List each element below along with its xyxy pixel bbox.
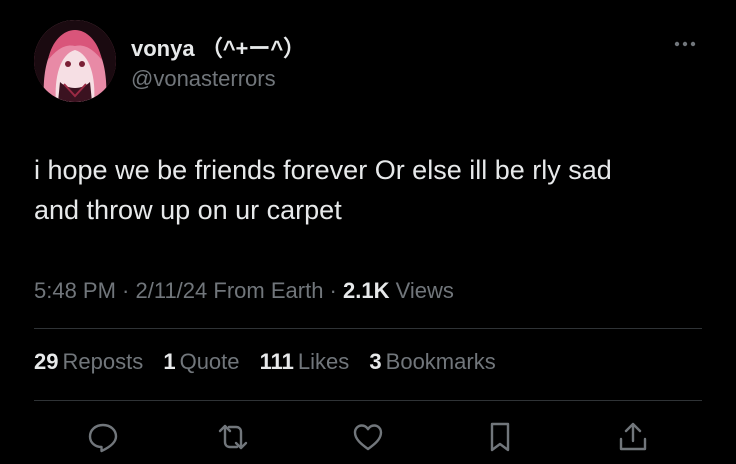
quotes-label: Quote	[179, 349, 240, 374]
likes-stat[interactable]: 111 Likes	[260, 349, 350, 375]
repost-icon	[218, 424, 248, 450]
tweet-time[interactable]: 5:48 PM	[34, 278, 116, 303]
tweet-text: i hope we be friends forever Or else ill…	[34, 150, 714, 230]
more-options-button[interactable]	[670, 34, 700, 54]
author-display-name[interactable]: vonya （^+ー^）	[131, 31, 305, 63]
heart-icon	[353, 424, 383, 451]
tweet-date[interactable]: 2/11/24	[136, 278, 208, 303]
action-bar	[0, 420, 736, 454]
meta-separator: ·	[323, 278, 343, 303]
engagement-stats: 29 Reposts 1 Quote 111 Likes 3 Bookmarks	[34, 349, 510, 375]
reposts-stat[interactable]: 29 Reposts	[34, 349, 143, 375]
bookmarks-count: 3	[369, 349, 382, 374]
divider	[34, 328, 702, 329]
likes-label: Likes	[297, 349, 350, 374]
reply-button[interactable]	[86, 420, 120, 454]
share-icon	[619, 422, 647, 451]
views-count: 2.1K	[343, 278, 390, 303]
avatar[interactable]	[34, 20, 116, 102]
tweet-text-line: and throw up on ur carpet	[34, 195, 342, 225]
tweet-meta: 5:48 PM · 2/11/24 From Earth · 2.1K View…	[34, 278, 454, 304]
avatar-image	[34, 20, 116, 102]
reposts-count: 29	[34, 349, 59, 374]
divider	[34, 400, 702, 401]
reply-icon	[88, 423, 118, 453]
bookmarks-stat[interactable]: 3 Bookmarks	[369, 349, 495, 375]
reposts-label: Reposts	[62, 349, 144, 374]
bookmark-button[interactable]	[483, 420, 517, 454]
repost-button[interactable]	[216, 420, 250, 454]
quotes-stat[interactable]: 1 Quote	[163, 349, 239, 375]
quotes-count: 1	[163, 349, 176, 374]
bookmarks-label: Bookmarks	[385, 349, 496, 374]
tweet-detail: vonya （^+ー^） @vonasterrors i hope we be …	[0, 0, 736, 464]
tweet-source: From Earth	[213, 278, 324, 303]
like-button[interactable]	[351, 420, 385, 454]
meta-separator: ·	[115, 278, 136, 303]
views-label: Views	[395, 278, 454, 303]
share-button[interactable]	[616, 420, 650, 454]
author-handle[interactable]: @vonasterrors	[131, 66, 276, 92]
more-horizontal-icon	[674, 41, 696, 47]
likes-count: 111	[259, 349, 294, 374]
tweet-text-line: i hope we be friends forever Or else ill…	[34, 155, 612, 185]
bookmark-icon	[490, 422, 510, 452]
